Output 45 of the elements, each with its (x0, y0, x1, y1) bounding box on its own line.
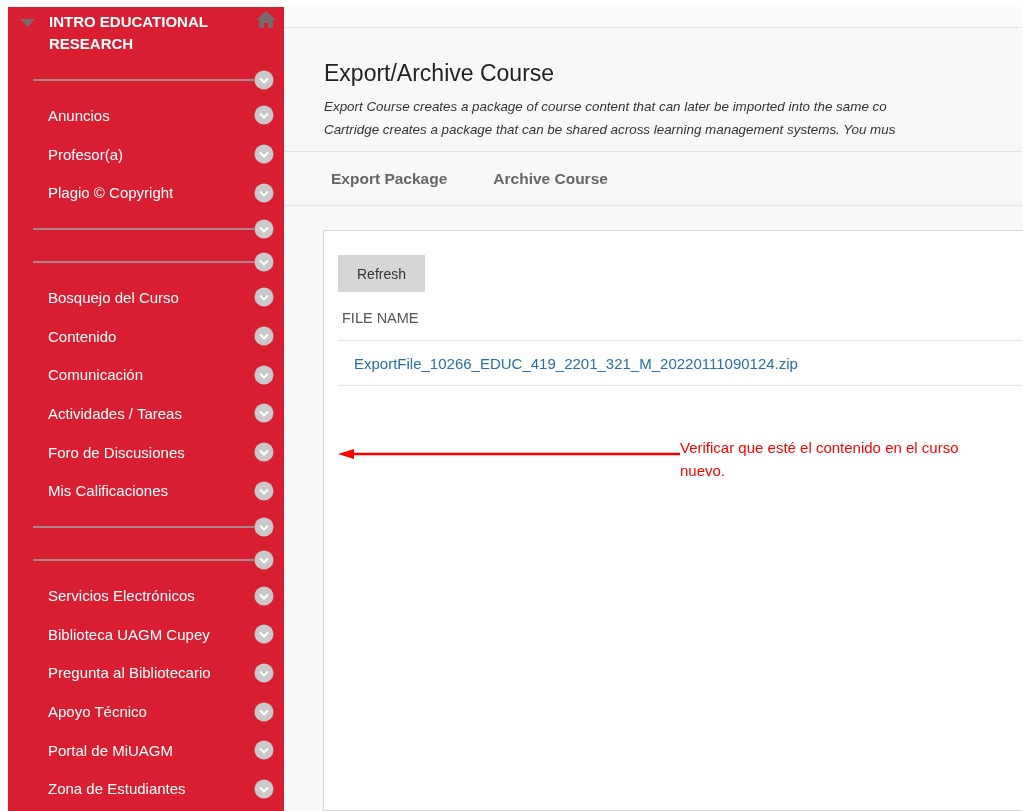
course-title: INTRO EDUCATIONAL RESEARCH (48, 12, 209, 54)
menu-link[interactable]: Biblioteca UAGM Cupey (48, 625, 254, 643)
menu-link[interactable]: Foro de Discusiones (48, 443, 254, 461)
chevron-down-icon[interactable] (254, 624, 274, 645)
chevron-down-icon[interactable] (254, 480, 274, 501)
menu-link[interactable]: Servicios Electrónicos (48, 587, 254, 605)
chevron-down-icon[interactable] (254, 364, 274, 385)
chevron-down-icon[interactable] (254, 778, 274, 799)
menu-link[interactable]: Anuncios (48, 106, 254, 124)
column-header: FILE NAME (338, 292, 1022, 341)
page-title: Export/Archive Course (324, 60, 556, 87)
menu-link[interactable]: Mis Calificaciones (48, 482, 254, 500)
action-link[interactable]: Archive Course (493, 169, 608, 188)
chevron-down-icon[interactable] (254, 326, 274, 347)
description-line: Cartridge creates a package that can be shared across learning management systems. You mus (324, 121, 897, 139)
menu-link[interactable]: Actividades / Tareas (48, 404, 254, 422)
chevron-down-icon[interactable] (254, 549, 274, 570)
menu-link[interactable]: Comunicación (48, 366, 254, 384)
chevron-down-icon[interactable] (254, 442, 274, 463)
menu-link[interactable]: Plagio © Copyright (48, 184, 254, 202)
chevron-down-icon[interactable] (254, 516, 274, 537)
menu-link[interactable]: Profesor(a) (48, 145, 254, 163)
chevron-down-icon[interactable] (254, 144, 274, 165)
menu-link[interactable]: Zona de Estudiantes (48, 780, 254, 798)
menu-link[interactable]: Contenido (48, 327, 254, 345)
chevron-down-icon[interactable] (254, 218, 274, 239)
chevron-down-icon[interactable] (254, 251, 274, 272)
chevron-down-icon[interactable] (254, 740, 274, 761)
menu-link[interactable]: Portal de MiUAGM (48, 741, 254, 759)
chevron-down-icon[interactable] (254, 701, 274, 722)
menu-link[interactable]: Bosquejo del Curso (48, 288, 254, 306)
chevron-down-icon[interactable] (254, 662, 274, 683)
chevron-down-icon[interactable] (254, 287, 274, 308)
chevron-down-icon[interactable] (254, 69, 274, 90)
action-link[interactable]: Export Package (331, 169, 448, 188)
refresh-button[interactable]: Refresh (338, 255, 426, 292)
chevron-down-icon[interactable] (254, 403, 274, 424)
chevron-down-icon[interactable] (254, 182, 274, 203)
annotation-text: Verificar que esté el contenido en el curso nuevo. (680, 438, 960, 481)
chevron-down-icon[interactable] (254, 585, 274, 606)
menu-link[interactable]: Pregunta al Bibliotecario (48, 664, 254, 682)
chevron-down-icon[interactable] (254, 105, 274, 126)
description-line: Export Course creates a package of course content that can later be imported into the same co (324, 98, 888, 116)
file-link[interactable]: ExportFile_10266_EDUC_419_2201_321_M_20220111090124.zip (354, 355, 798, 372)
menu-link[interactable]: Apoyo Técnico (48, 703, 254, 721)
